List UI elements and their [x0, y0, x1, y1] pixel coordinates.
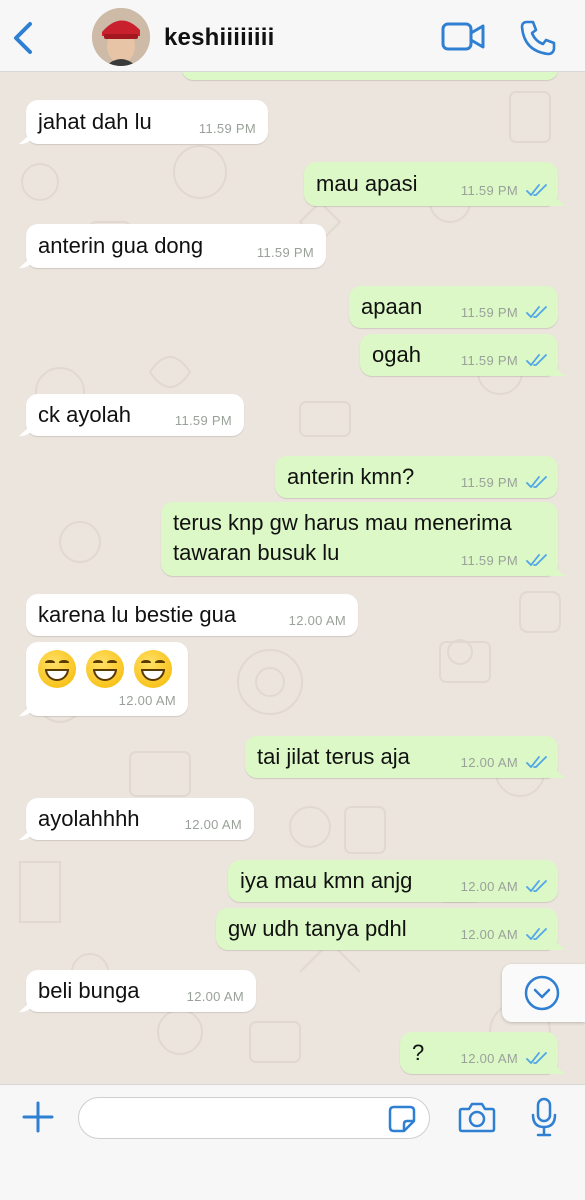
message-time: 12.00 AM	[460, 927, 518, 942]
read-ticks-icon	[526, 1052, 547, 1065]
message-text: gw udh tanya pdhl	[228, 916, 407, 941]
message-bubble[interactable]: karena lu bestie gua 12.00 AM	[26, 594, 358, 636]
message-bubble[interactable]: ck ayolah 11.59 PM	[26, 394, 244, 436]
message-bubble[interactable]: tai jilat terus aja 12.00 AM	[245, 736, 558, 778]
message-text: anterin kmn?	[287, 464, 415, 489]
message-time: 11.59 PM	[460, 305, 518, 320]
message-time: 12.00 AM	[186, 989, 244, 1004]
message-bubble[interactable]: ayolahhhh 12.00 AM	[26, 798, 254, 840]
message-bubble-partial[interactable]	[182, 72, 558, 80]
grinning-face-emoji-icon	[86, 650, 124, 688]
read-ticks-icon	[526, 756, 547, 769]
emoji-row	[38, 650, 172, 688]
read-ticks-icon	[526, 554, 547, 567]
read-ticks-icon	[526, 354, 547, 367]
message-bubble[interactable]: anterin gua dong 11.59 PM	[26, 224, 326, 268]
message-time: 12.00 AM	[184, 817, 242, 832]
message-text: beli bunga	[38, 978, 140, 1003]
message-text: ck ayolah	[38, 402, 131, 427]
message-time: 11.59 PM	[460, 553, 518, 568]
message-time: 12.00 AM	[460, 755, 518, 770]
message-text-line1: terus knp gw harus mau menerima	[173, 510, 512, 535]
message-text: mau apasi	[316, 171, 418, 196]
attach-button[interactable]	[20, 1099, 56, 1135]
message-text: jahat dah lu	[38, 109, 152, 134]
message-time: 12.00 AM	[460, 879, 518, 894]
chevron-left-icon	[14, 22, 32, 54]
message-time: 11.59 PM	[256, 245, 314, 260]
message-text: tai jilat terus aja	[257, 744, 410, 769]
message-text: apaan	[361, 294, 423, 319]
camera-icon	[458, 1102, 496, 1133]
grinning-face-emoji-icon	[38, 650, 76, 688]
message-text: anterin gua dong	[38, 233, 204, 258]
phone-icon	[520, 20, 556, 56]
message-input-bar	[0, 1084, 585, 1200]
message-time: 11.59 PM	[174, 413, 232, 428]
message-time: 11.59 PM	[198, 121, 256, 136]
message-text: ogah	[372, 342, 421, 367]
message-text: ayolahhhh	[38, 806, 140, 831]
chat-area[interactable]: jahat dah lu 11.59 PM mau apasi 11.59 PM…	[0, 72, 585, 1084]
avatar-image	[92, 8, 150, 66]
message-time: 12.00 AM	[118, 693, 176, 708]
grinning-face-emoji-icon	[134, 650, 172, 688]
read-ticks-icon	[526, 476, 547, 489]
sticker-icon	[388, 1105, 416, 1133]
message-time: 11.59 PM	[460, 475, 518, 490]
sticker-button[interactable]	[388, 1105, 416, 1133]
scroll-to-bottom-button[interactable]	[502, 964, 585, 1022]
message-bubble[interactable]: gw udh tanya pdhl 12.00 AM	[216, 908, 558, 950]
chat-header: keshiiiiiiii	[0, 0, 585, 72]
message-text-line2: tawaran busuk lu	[173, 540, 340, 565]
emoji-message-bubble[interactable]: 12.00 AM	[26, 642, 188, 716]
read-ticks-icon	[526, 306, 547, 319]
camera-button[interactable]	[458, 1101, 496, 1133]
message-text: ?	[412, 1040, 425, 1065]
video-camera-icon	[441, 22, 485, 51]
message-bubble[interactable]: ogah 11.59 PM	[360, 334, 558, 376]
message-bubble[interactable]: beli bunga 12.00 AM	[26, 970, 256, 1012]
message-input[interactable]	[78, 1097, 430, 1139]
read-ticks-icon	[526, 184, 547, 197]
message-time: 11.59 PM	[460, 353, 518, 368]
avatar[interactable]	[92, 8, 150, 66]
message-time: 12.00 AM	[460, 1051, 518, 1066]
voice-call-button[interactable]	[518, 18, 558, 58]
voice-message-button[interactable]	[530, 1097, 558, 1137]
video-call-button[interactable]	[440, 20, 486, 54]
message-bubble[interactable]: terus knp gw harus mau menerima tawaran …	[161, 502, 558, 576]
chevron-down-circle-icon	[524, 975, 560, 1011]
back-button[interactable]	[8, 20, 38, 56]
microphone-icon	[531, 1097, 557, 1137]
message-bubble[interactable]: jahat dah lu 11.59 PM	[26, 100, 268, 144]
read-ticks-icon	[526, 928, 547, 941]
message-bubble[interactable]: apaan 11.59 PM	[349, 286, 558, 328]
plus-icon	[22, 1101, 54, 1133]
message-bubble[interactable]: anterin kmn? 11.59 PM	[275, 456, 558, 498]
read-ticks-icon	[526, 880, 547, 893]
message-time: 12.00 AM	[288, 613, 346, 628]
contact-name[interactable]: keshiiiiiiii	[164, 24, 274, 52]
message-bubble[interactable]: mau apasi 11.59 PM	[304, 162, 558, 206]
message-bubble[interactable]: iya mau kmn anjg 12.00 AM	[228, 860, 558, 902]
message-bubble[interactable]: ? 12.00 AM	[400, 1032, 558, 1074]
message-text: iya mau kmn anjg	[240, 868, 413, 893]
message-text: karena lu bestie gua	[38, 602, 237, 627]
message-time: 11.59 PM	[460, 183, 518, 198]
